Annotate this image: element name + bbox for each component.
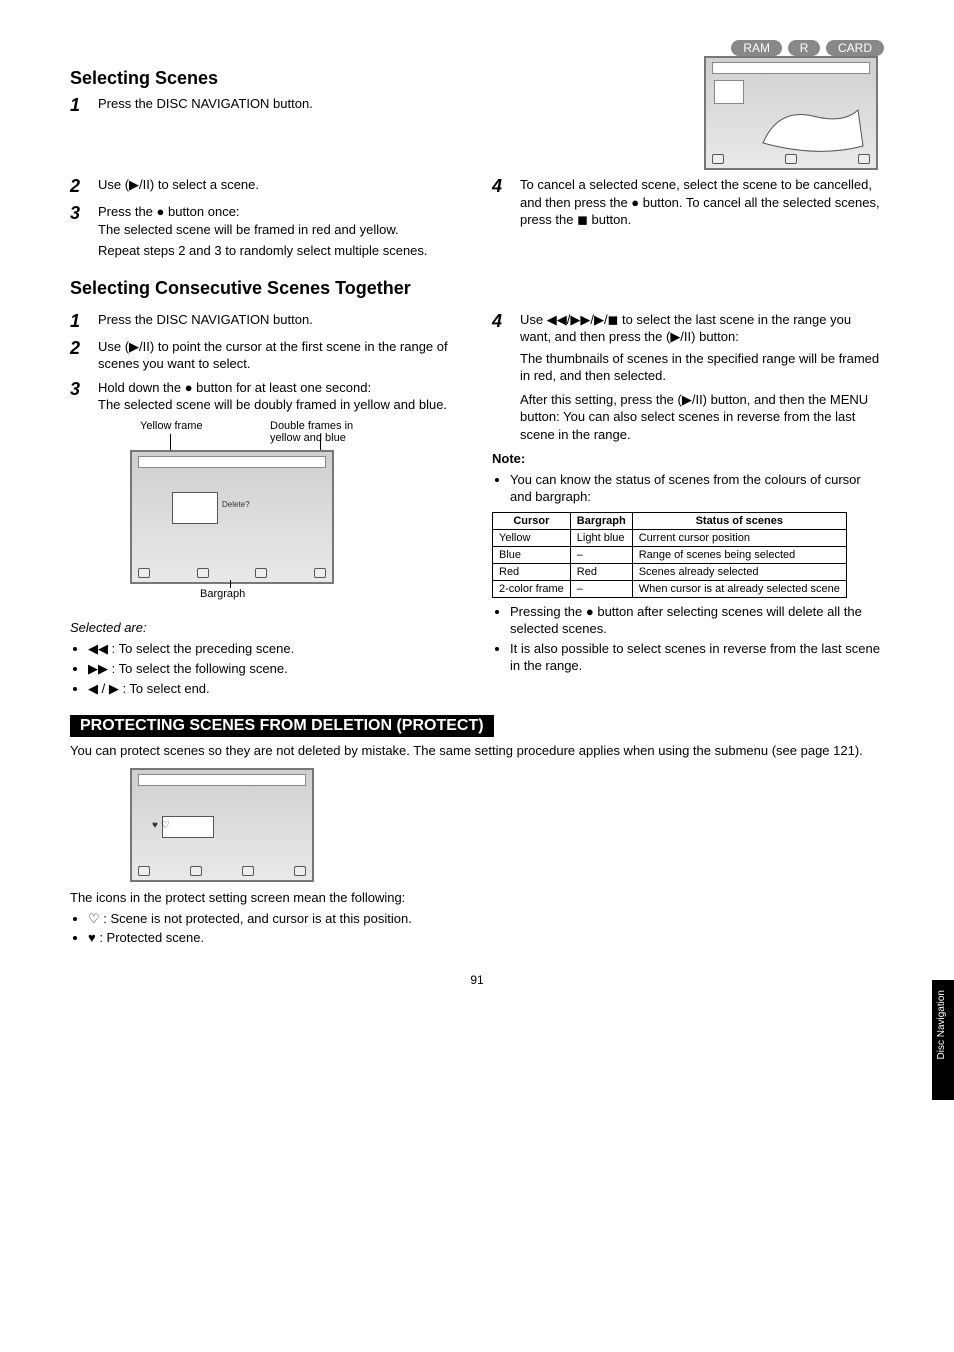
- table-row: Yellow Light blue Current cursor positio…: [493, 530, 847, 547]
- scene-select-screenshot: [704, 56, 878, 170]
- step-3-after-b: Repeat steps 2 and 3 to randomly select …: [98, 242, 462, 260]
- side-tab-label: Disc Navigation: [932, 980, 951, 1069]
- range-step-3: 3 Hold down the ● button for at least on…: [70, 379, 462, 414]
- step-3: 3 Press the ● button once: The selected …: [70, 203, 462, 260]
- range-step-3-text: Hold down the ● button for at least one …: [98, 379, 462, 397]
- range-step-2-text: Use (▶/II) to point the cursor at the fi…: [98, 338, 462, 373]
- notes-list: You can know the status of scenes from t…: [492, 472, 884, 506]
- heading-protect: PROTECTING SCENES FROM DELETION (PROTECT…: [70, 715, 494, 737]
- heading-selecting-scenes: Selecting Scenes: [70, 68, 694, 89]
- step-4-text: To cancel a selected scene, select the s…: [520, 176, 884, 229]
- notes-list-2: Pressing the ● button after selecting sc…: [492, 604, 884, 675]
- step-2: 2 Use (▶/II) to select a scene.: [70, 176, 462, 197]
- jump-list-label: Selected are:: [70, 620, 462, 635]
- callout-double: Double frames in yellow and blue: [270, 420, 380, 444]
- table-row: Blue – Range of scenes being selected: [493, 547, 847, 564]
- note-2: Pressing the ● button after selecting sc…: [510, 604, 884, 638]
- step-2-text: Use (▶/II) to select a scene.: [98, 176, 462, 197]
- table-row: Red Red Scenes already selected: [493, 564, 847, 581]
- callout-yellow: Yellow frame: [140, 420, 203, 432]
- edit-delete-screenshot: Delete?: [130, 450, 334, 584]
- delete-label: Delete?: [222, 500, 250, 509]
- poster-illustration: [758, 98, 868, 152]
- badge-ram: RAM: [731, 40, 782, 56]
- note-label: Note:: [492, 451, 525, 466]
- th-status: Status of scenes: [632, 513, 846, 530]
- range-step-1: 1 Press the DISC NAVIGATION button.: [70, 311, 462, 332]
- media-badges: RAM R CARD: [70, 40, 884, 56]
- cursor-status-table: Cursor Bargraph Status of scenes Yellow …: [492, 512, 847, 598]
- side-tab: Disc Navigation: [932, 980, 954, 1100]
- step-4: 4 To cancel a selected scene, select the…: [492, 176, 884, 229]
- range-step-1-text: Press the DISC NAVIGATION button.: [98, 311, 462, 332]
- range-step-4-after: The thumbnails of scenes in the specifie…: [520, 350, 884, 385]
- th-bargraph: Bargraph: [570, 513, 632, 530]
- callout-bargraph: Bargraph: [200, 588, 245, 600]
- note-3: It is also possible to select scenes in …: [510, 641, 884, 675]
- table-row: 2-color frame – When cursor is at alread…: [493, 581, 847, 598]
- step-3-after-a: The selected scene will be framed in red…: [98, 221, 462, 239]
- note-1: You can know the status of scenes from t…: [510, 472, 884, 506]
- page-number: 91: [70, 973, 884, 987]
- range-step-4-text: Use ◀◀/▶▶/▶/◼ to select the last scene i…: [520, 311, 884, 346]
- th-cursor: Cursor: [493, 513, 571, 530]
- legend-item-2: ♥ : Protected scene.: [88, 930, 884, 947]
- edit-screen-diagram: Yellow frame Double frames in yellow and…: [70, 420, 462, 590]
- step-1-text: Press the DISC NAVIGATION button.: [98, 95, 694, 116]
- range-step-3-after: The selected scene will be doubly framed…: [98, 396, 462, 414]
- protect-intro: You can protect scenes so they are not d…: [70, 743, 884, 758]
- legend-item-1: ♡ : Scene is not protected, and cursor i…: [88, 911, 884, 928]
- step-3-text: Press the ● button once:: [98, 203, 462, 221]
- jump-list: ◀◀ : To select the preceding scene. ▶▶ :…: [70, 641, 462, 698]
- badge-card: CARD: [826, 40, 884, 56]
- range-step-4: 4 Use ◀◀/▶▶/▶/◼ to select the last scene…: [492, 311, 884, 444]
- jump-item-1: ◀◀ : To select the preceding scene.: [88, 641, 462, 658]
- heading-range-select: Selecting Consecutive Scenes Together: [70, 278, 884, 299]
- protect-screenshot: ♥ ♡: [130, 768, 314, 882]
- jump-item-2: ▶▶ : To select the following scene.: [88, 661, 462, 678]
- protect-legend-intro: The icons in the protect setting screen …: [70, 890, 884, 905]
- protect-legend-list: ♡ : Scene is not protected, and cursor i…: [70, 911, 884, 948]
- range-step-2: 2 Use (▶/II) to point the cursor at the …: [70, 338, 462, 373]
- step-1: 1 Press the DISC NAVIGATION button.: [70, 95, 694, 116]
- jump-item-3: ◀ / ▶ : To select end.: [88, 681, 462, 698]
- range-step-4b: After this setting, press the (▶/II) but…: [520, 391, 884, 444]
- badge-r: R: [788, 40, 821, 56]
